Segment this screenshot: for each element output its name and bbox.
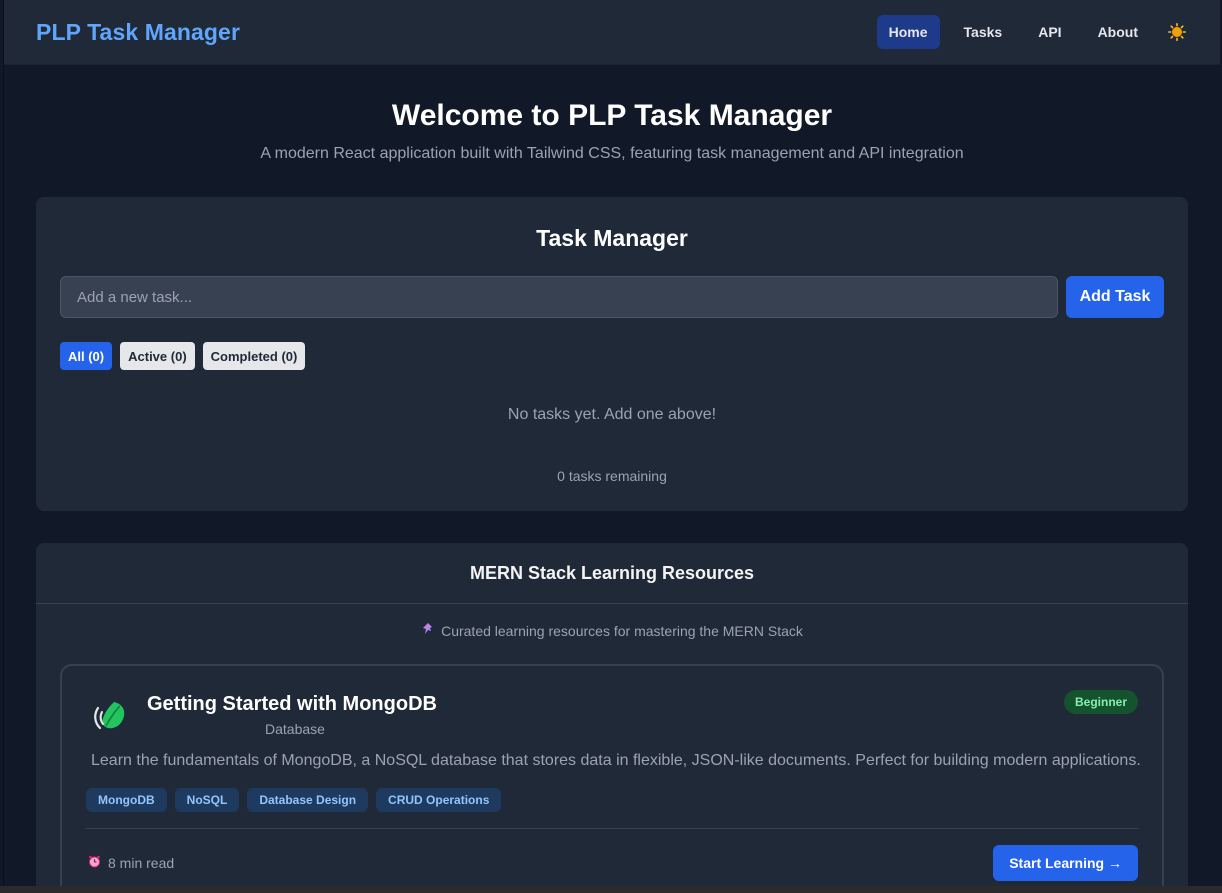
pin-icon (421, 622, 435, 639)
task-input-row: Add Task (60, 276, 1164, 318)
task-filters: All (0) Active (0) Completed (0) (60, 342, 1164, 370)
resources-card: MERN Stack Learning Resources Curated le… (36, 543, 1188, 886)
level-badge: Beginner (1063, 690, 1138, 714)
filter-active-button[interactable]: Active (0) (120, 342, 195, 370)
resource-footer: 8 min read Start Learning → (62, 845, 1162, 881)
task-manager-title: Task Manager (536, 225, 688, 251)
tag-database-design: Database Design (247, 788, 369, 812)
add-task-button[interactable]: Add Task (1066, 276, 1164, 318)
empty-state-message: No tasks yet. Add one above! (507, 406, 717, 423)
hero: Welcome to PLP Task Manager A modern Rea… (4, 65, 1220, 163)
brand-logo[interactable]: PLP Task Manager (36, 19, 240, 46)
new-task-input[interactable] (60, 276, 1058, 318)
nav-link-about[interactable]: About (1086, 15, 1150, 49)
resources-title: MERN Stack Learning Resources (36, 543, 1188, 604)
resources-subtitle-text: Curated learning resources for mastering… (441, 622, 803, 639)
clock-icon (88, 855, 101, 871)
app-window: PLP Task Manager Home Tasks API About We… (3, 0, 1220, 886)
sun-icon[interactable] (1166, 21, 1188, 43)
filter-completed-button[interactable]: Completed (0) (202, 342, 306, 370)
leaf-icon (90, 696, 130, 736)
nav-link-api[interactable]: API (1026, 15, 1073, 49)
resource-category: Database (265, 721, 325, 737)
resource-tags: MongoDB NoSQL Database Design CRUD Opera… (62, 788, 1162, 812)
tag-mongodb: MongoDB (86, 788, 167, 812)
navbar: PLP Task Manager Home Tasks API About (4, 0, 1220, 65)
resource-item: Getting Started with MongoDB Database Be… (60, 664, 1164, 886)
read-time: 8 min read (88, 855, 174, 871)
filter-all-button[interactable]: All (0) (60, 342, 113, 370)
page-subtitle: A modern React application built with Ta… (260, 145, 964, 162)
nav-link-home[interactable]: Home (876, 15, 940, 49)
tag-nosql: NoSQL (174, 788, 240, 812)
resource-title[interactable]: Getting Started with MongoDB (147, 693, 437, 716)
page-title: Welcome to PLP Task Manager (391, 99, 833, 132)
task-manager-card: Task Manager Add Task All (0) Active (0)… (36, 197, 1188, 511)
window-bottom-edge (0, 886, 1222, 893)
divider (86, 828, 1138, 829)
resource-item-header: Getting Started with MongoDB Database Be… (62, 666, 1162, 746)
resources-subtitle: Curated learning resources for mastering… (36, 622, 1188, 639)
read-time-text: 8 min read (108, 855, 175, 871)
nav-links: Home Tasks API About (876, 15, 1188, 49)
tag-crud-operations: CRUD Operations (376, 788, 502, 812)
tasks-remaining-count: 0 tasks remaining (557, 468, 667, 484)
start-learning-button[interactable]: Start Learning → (993, 845, 1138, 881)
resource-description: Learn the fundamentals of MongoDB, a NoS… (91, 752, 1141, 769)
nav-link-tasks[interactable]: Tasks (952, 15, 1015, 49)
